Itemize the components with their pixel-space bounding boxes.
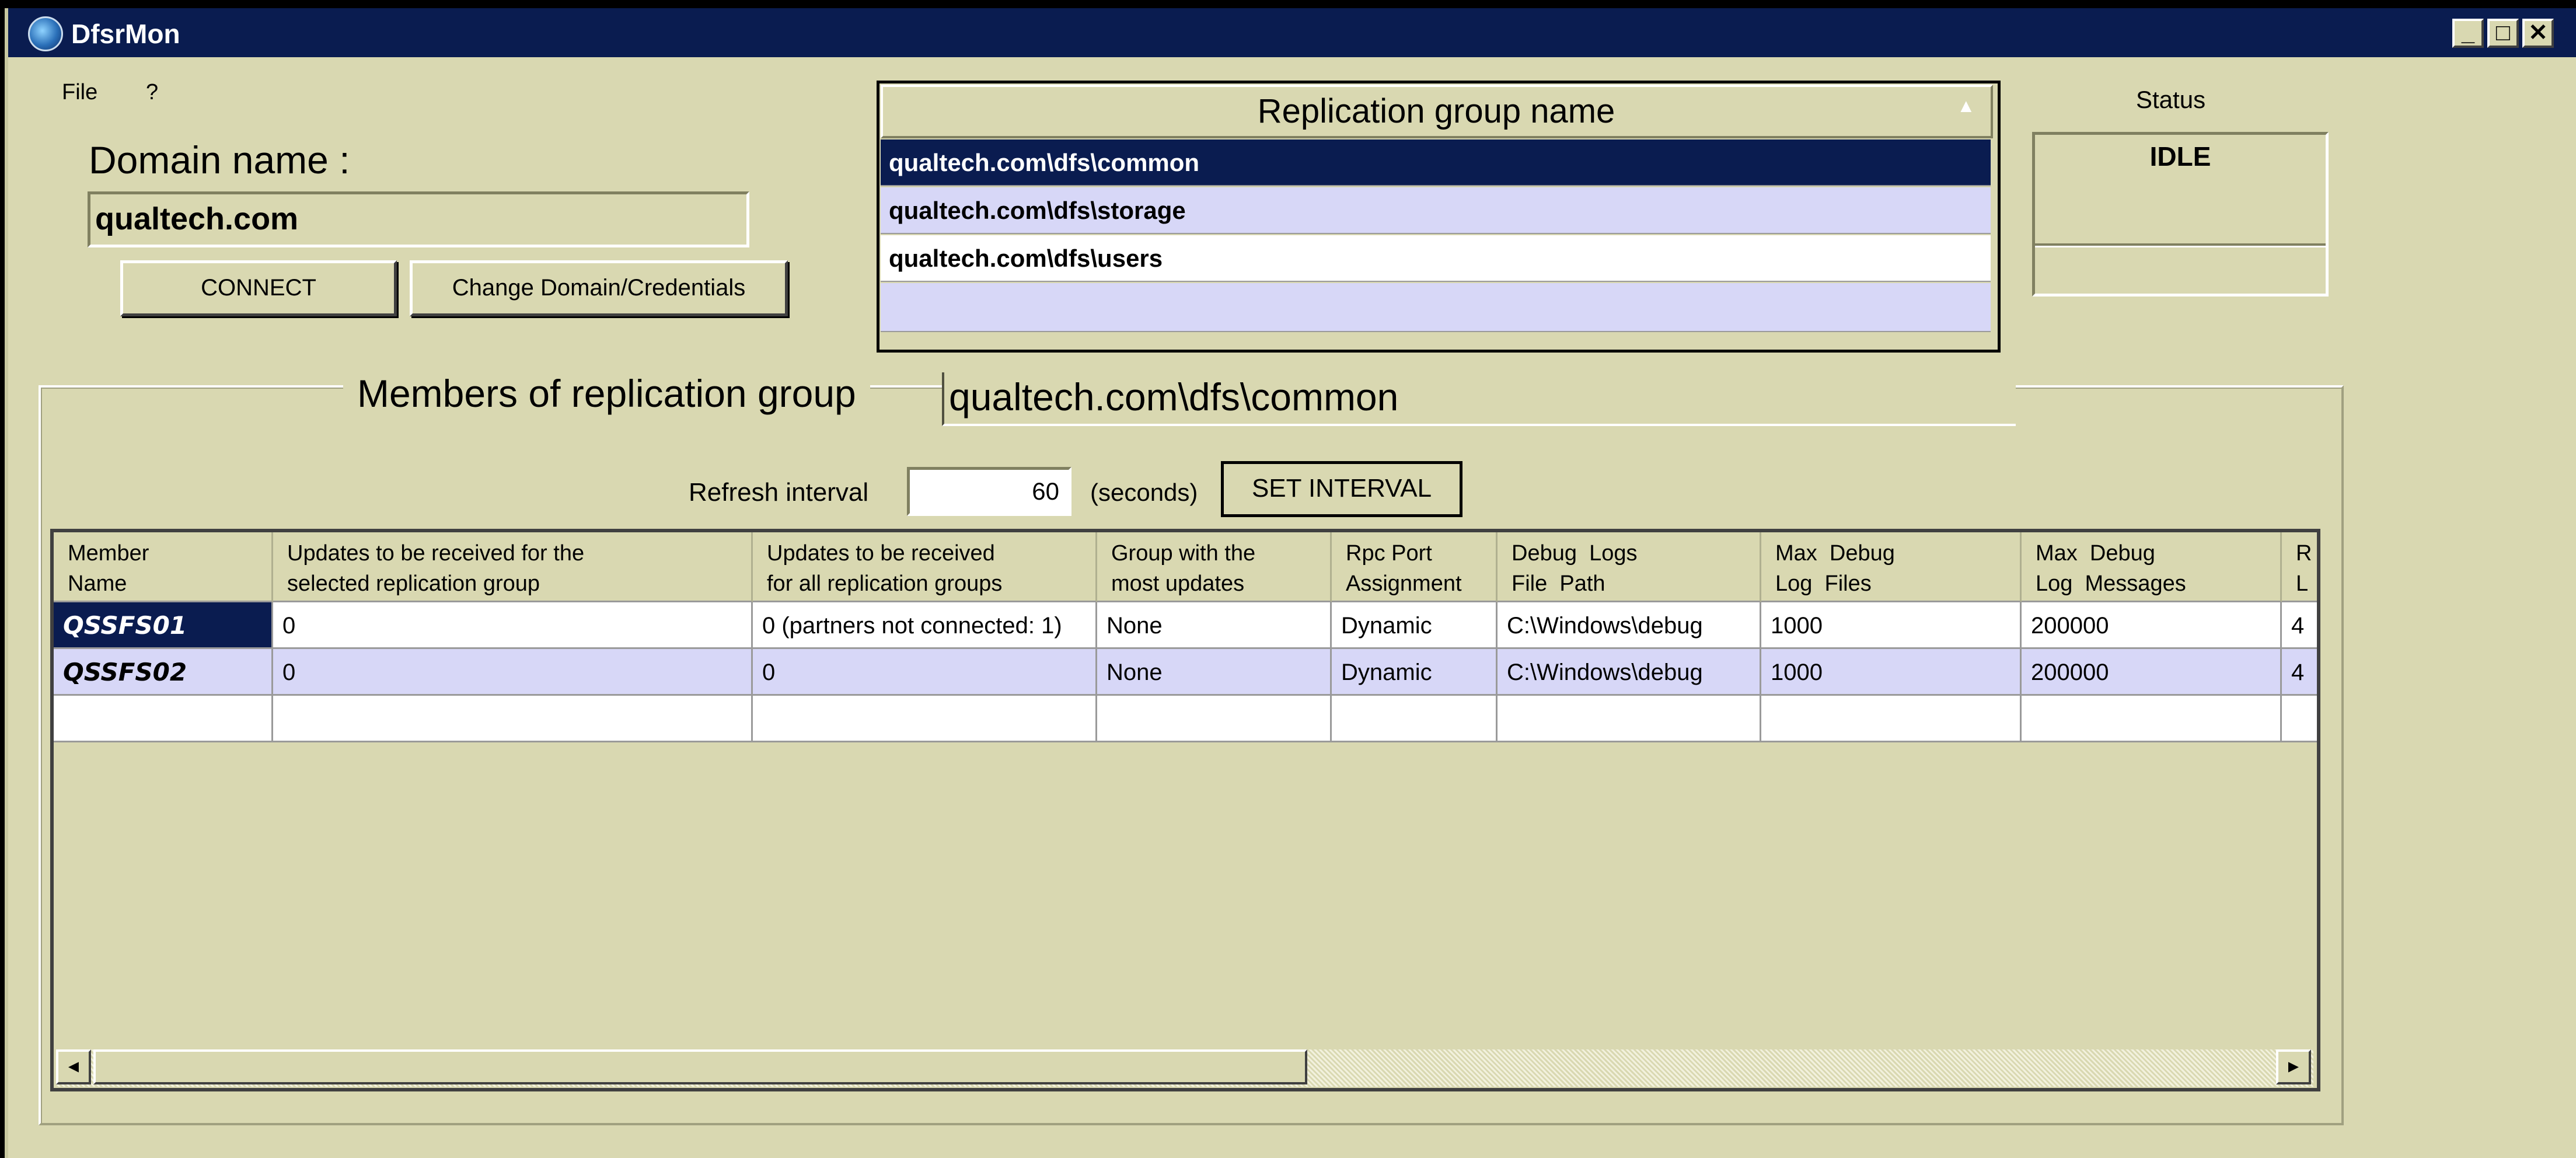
replication-group-rows: qualtech.com\dfs\common qualtech.com\dfs… (881, 139, 1993, 350)
refresh-interval-input[interactable]: 60 (907, 467, 1071, 516)
table-cell-empty[interactable] (273, 696, 753, 742)
replication-group-list[interactable]: Replication group name ▲ qualtech.com\df… (877, 81, 2001, 353)
sort-ascending-icon: ▲ (1957, 95, 1975, 116)
column-header-truncated[interactable]: R L (2282, 532, 2317, 602)
table-cell-empty[interactable] (1498, 696, 1761, 742)
window-title: DfsrMon (71, 19, 180, 49)
table-cell[interactable]: C:\Windows\debug (1498, 649, 1761, 696)
column-header-member-name[interactable]: Member Name (54, 532, 273, 602)
horizontal-scrollbar[interactable]: ◄ ► (56, 1049, 2313, 1087)
app-icon (28, 16, 63, 51)
list-item[interactable]: qualtech.com\dfs\storage (881, 187, 1991, 234)
column-header-updates-selected[interactable]: Updates to be received for the selected … (273, 532, 753, 602)
column-header-max-debug-log-messages[interactable]: Max Debug Log Messages (2022, 532, 2282, 602)
table-cell-empty[interactable] (1332, 696, 1498, 742)
scroll-left-arrow-icon[interactable]: ◄ (56, 1049, 91, 1084)
table-cell[interactable]: 200000 (2022, 649, 2282, 696)
replication-group-header[interactable]: Replication group name ▲ (881, 85, 1993, 138)
refresh-interval-unit: (seconds) (1090, 479, 1198, 506)
table-cell[interactable]: 200000 (2022, 602, 2282, 649)
column-header-debug-log-path[interactable]: Debug Logs File Path (1498, 532, 1761, 602)
list-item[interactable]: qualtech.com\dfs\users (881, 235, 1991, 282)
set-interval-button[interactable]: SET INTERVAL (1221, 461, 1462, 517)
table-cell[interactable]: 1000 (1761, 602, 2022, 649)
list-item[interactable]: qualtech.com\dfs\common (881, 139, 1991, 186)
table-cell[interactable]: 4 (2282, 602, 2317, 649)
table-cell-empty[interactable] (1097, 696, 1332, 742)
table-cell-member-name[interactable]: QSSFS01 (54, 602, 273, 649)
table-cell[interactable]: None (1097, 649, 1332, 696)
domain-name-field[interactable]: qualtech.com (88, 191, 749, 247)
menu-file[interactable]: File (62, 79, 97, 105)
maximize-button[interactable]: □ (2487, 19, 2519, 48)
domain-name-label: Domain name : (89, 138, 350, 182)
column-header-rpc-port[interactable]: Rpc Port Assignment (1332, 532, 1498, 602)
table-cell-empty[interactable] (753, 696, 1097, 742)
connect-button[interactable]: CONNECT (120, 260, 397, 316)
minimize-button[interactable]: _ (2452, 19, 2484, 48)
column-header-most-updates[interactable]: Group with the most updates (1097, 532, 1332, 602)
table-cell-empty[interactable] (2022, 696, 2282, 742)
table-cell[interactable]: 4 (2282, 649, 2317, 696)
change-domain-credentials-button[interactable]: Change Domain/Credentials (410, 260, 788, 316)
status-divider-highlight (2035, 246, 2326, 247)
table-cell[interactable]: 0 (273, 602, 753, 649)
table-cell-empty[interactable] (2282, 696, 2317, 742)
table-cell-empty[interactable] (1761, 696, 2022, 742)
dfsrmon-window: DfsrMon _ □ ✕ File ? Domain name : qualt… (5, 8, 2576, 1158)
status-value: IDLE (2149, 141, 2211, 172)
status-box: IDLE (2032, 132, 2329, 297)
close-button[interactable]: ✕ (2522, 19, 2554, 48)
table-cell[interactable]: 0 (273, 649, 753, 696)
members-group-label: Members of replication group (343, 368, 870, 419)
table-cell[interactable]: 0 (partners not connected: 1) (753, 602, 1097, 649)
menu-help[interactable]: ? (146, 79, 158, 105)
table-cell[interactable]: 1000 (1761, 649, 2022, 696)
current-group-field: qualtech.com\dfs\common (942, 372, 2016, 426)
list-item-empty[interactable] (881, 283, 1991, 332)
table-cell[interactable]: None (1097, 602, 1332, 649)
table-cell[interactable]: 0 (753, 649, 1097, 696)
replication-group-header-label: Replication group name (1257, 92, 1615, 130)
current-group-value: qualtech.com\dfs\common (949, 375, 1399, 418)
column-header-max-debug-log-files[interactable]: Max Debug Log Files (1761, 532, 2022, 602)
members-table[interactable]: Member Name Updates to be received for t… (50, 529, 2320, 1091)
scroll-right-arrow-icon[interactable]: ► (2276, 1049, 2311, 1084)
refresh-interval-label: Refresh interval (689, 478, 869, 507)
scrollbar-thumb[interactable] (93, 1049, 1307, 1084)
table-cell-empty[interactable] (54, 696, 273, 742)
column-header-updates-all[interactable]: Updates to be received for all replicati… (753, 532, 1097, 602)
status-label: Status (2136, 86, 2206, 113)
table-cell[interactable]: C:\Windows\debug (1498, 602, 1761, 649)
table-cell[interactable]: Dynamic (1332, 649, 1498, 696)
title-bar[interactable]: DfsrMon _ □ ✕ (8, 8, 2576, 57)
table-cell-member-name[interactable]: QSSFS02 (54, 649, 273, 696)
table-cell[interactable]: Dynamic (1332, 602, 1498, 649)
